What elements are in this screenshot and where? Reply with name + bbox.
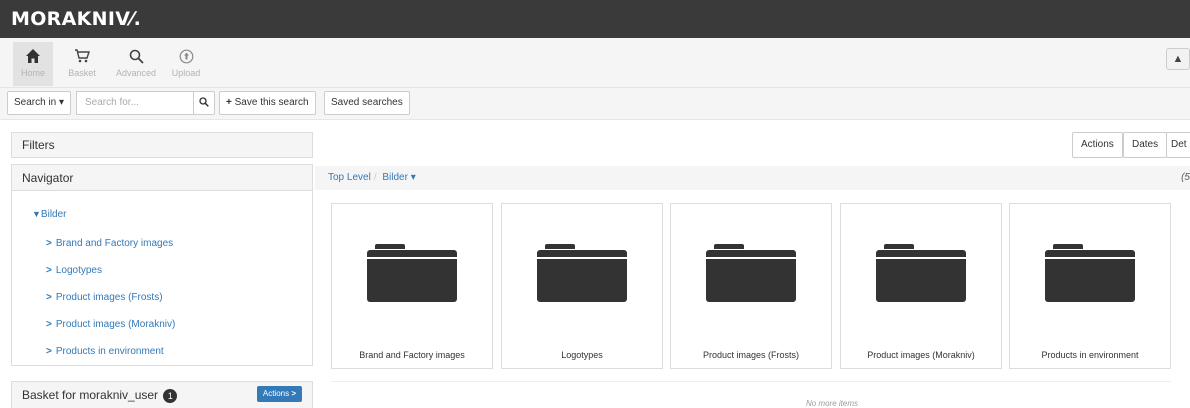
filters-panel[interactable]: Filters [11,132,313,158]
basket-icon [62,42,102,68]
tree-item-logotypes[interactable]: > Logotypes [46,265,102,276]
header-bar: MORAKNIV⁄. [0,0,1190,38]
folder-icon [367,244,457,302]
basket-count-badge: 1 [163,388,178,403]
folder-card[interactable]: Product images (Frosts) [670,203,832,369]
save-search-button[interactable]: + Save this search [219,91,316,115]
upload-icon [166,42,206,68]
tree-root-bilder[interactable]: ▼Bilder [32,209,67,220]
home-icon [13,42,53,68]
folder-icon [1045,244,1135,302]
breadcrumb: Top Level / Bilder ▾ (5 [315,166,1190,190]
search-in-dropdown[interactable]: Search in ▾ [7,91,72,115]
nav-basket[interactable]: Basket [62,42,102,86]
folder-card[interactable]: Product images (Morakniv) [840,203,1002,369]
logo-slash-icon: ⁄. [130,8,142,30]
folder-label: Product images (Frosts) [702,350,800,360]
chevron-right-icon: > [46,346,52,357]
folder-icon [706,244,796,302]
search-icon [108,42,164,68]
search-input[interactable]: Search for... [76,91,194,115]
breadcrumb-top-level[interactable]: Top Level [328,172,371,183]
search-bar: Search in ▾ Search for... + Save this se… [0,88,1190,120]
plus-icon: + [226,97,232,108]
chevron-down-icon: ▼ [32,209,41,219]
chevron-right-icon: > [46,292,52,303]
folder-label: Product images (Morakniv) [867,350,975,360]
no-more-items-text: No more items [805,399,858,408]
chevron-right-icon: > [291,389,296,398]
nav-upload[interactable]: Upload [166,42,206,86]
folder-card[interactable]: Brand and Factory images [331,203,493,369]
user-menu-button[interactable]: ▲ [1166,48,1190,70]
folder-label: Logotypes [561,350,603,360]
saved-searches-button[interactable]: Saved searches [324,91,410,115]
tree-item-brand-factory[interactable]: > Brand and Factory images [46,238,173,249]
breadcrumb-current-dropdown[interactable]: Bilder ▾ [382,172,415,183]
folder-label: Products in environment [1041,350,1139,360]
tree-item-products-environment[interactable]: > Products in environment [46,346,164,357]
folder-icon [537,244,627,302]
morakniv-logo[interactable]: MORAKNIV⁄. [11,8,141,30]
chevron-right-icon: > [46,319,52,330]
chevron-right-icon: > [46,238,52,249]
navigator-title: Navigator [12,165,312,191]
folder-label: Brand and Factory images [359,350,465,360]
basket-panel: Basket for morakniv_user 1 Actions > [11,381,313,408]
search-submit-button[interactable] [193,91,215,115]
folder-card[interactable]: Logotypes [501,203,663,369]
folder-icon [876,244,966,302]
nav-home[interactable]: Home [13,42,53,86]
basket-actions-button[interactable]: Actions > [256,386,302,402]
nav-advanced[interactable]: Advanced [108,42,164,86]
item-count: (5 [1181,172,1190,183]
user-icon: ▲ [1172,53,1184,65]
dates-button[interactable]: Dates [1123,132,1168,158]
divider [331,381,1171,382]
actions-button[interactable]: Actions [1072,132,1123,158]
main-nav: Home Basket Advanced Upload ▲ [0,38,1190,88]
tree-item-product-frosts[interactable]: > Product images (Frosts) [46,292,163,303]
chevron-right-icon: > [46,265,52,276]
tree-item-product-morakniv[interactable]: > Product images (Morakniv) [46,319,175,330]
filters-title: Filters [12,133,312,157]
folder-card[interactable]: Products in environment [1009,203,1171,369]
search-icon [199,97,209,108]
details-button[interactable]: Det [1166,132,1190,158]
navigator-panel: Navigator ▼Bilder > Brand and Factory ima… [11,164,313,366]
